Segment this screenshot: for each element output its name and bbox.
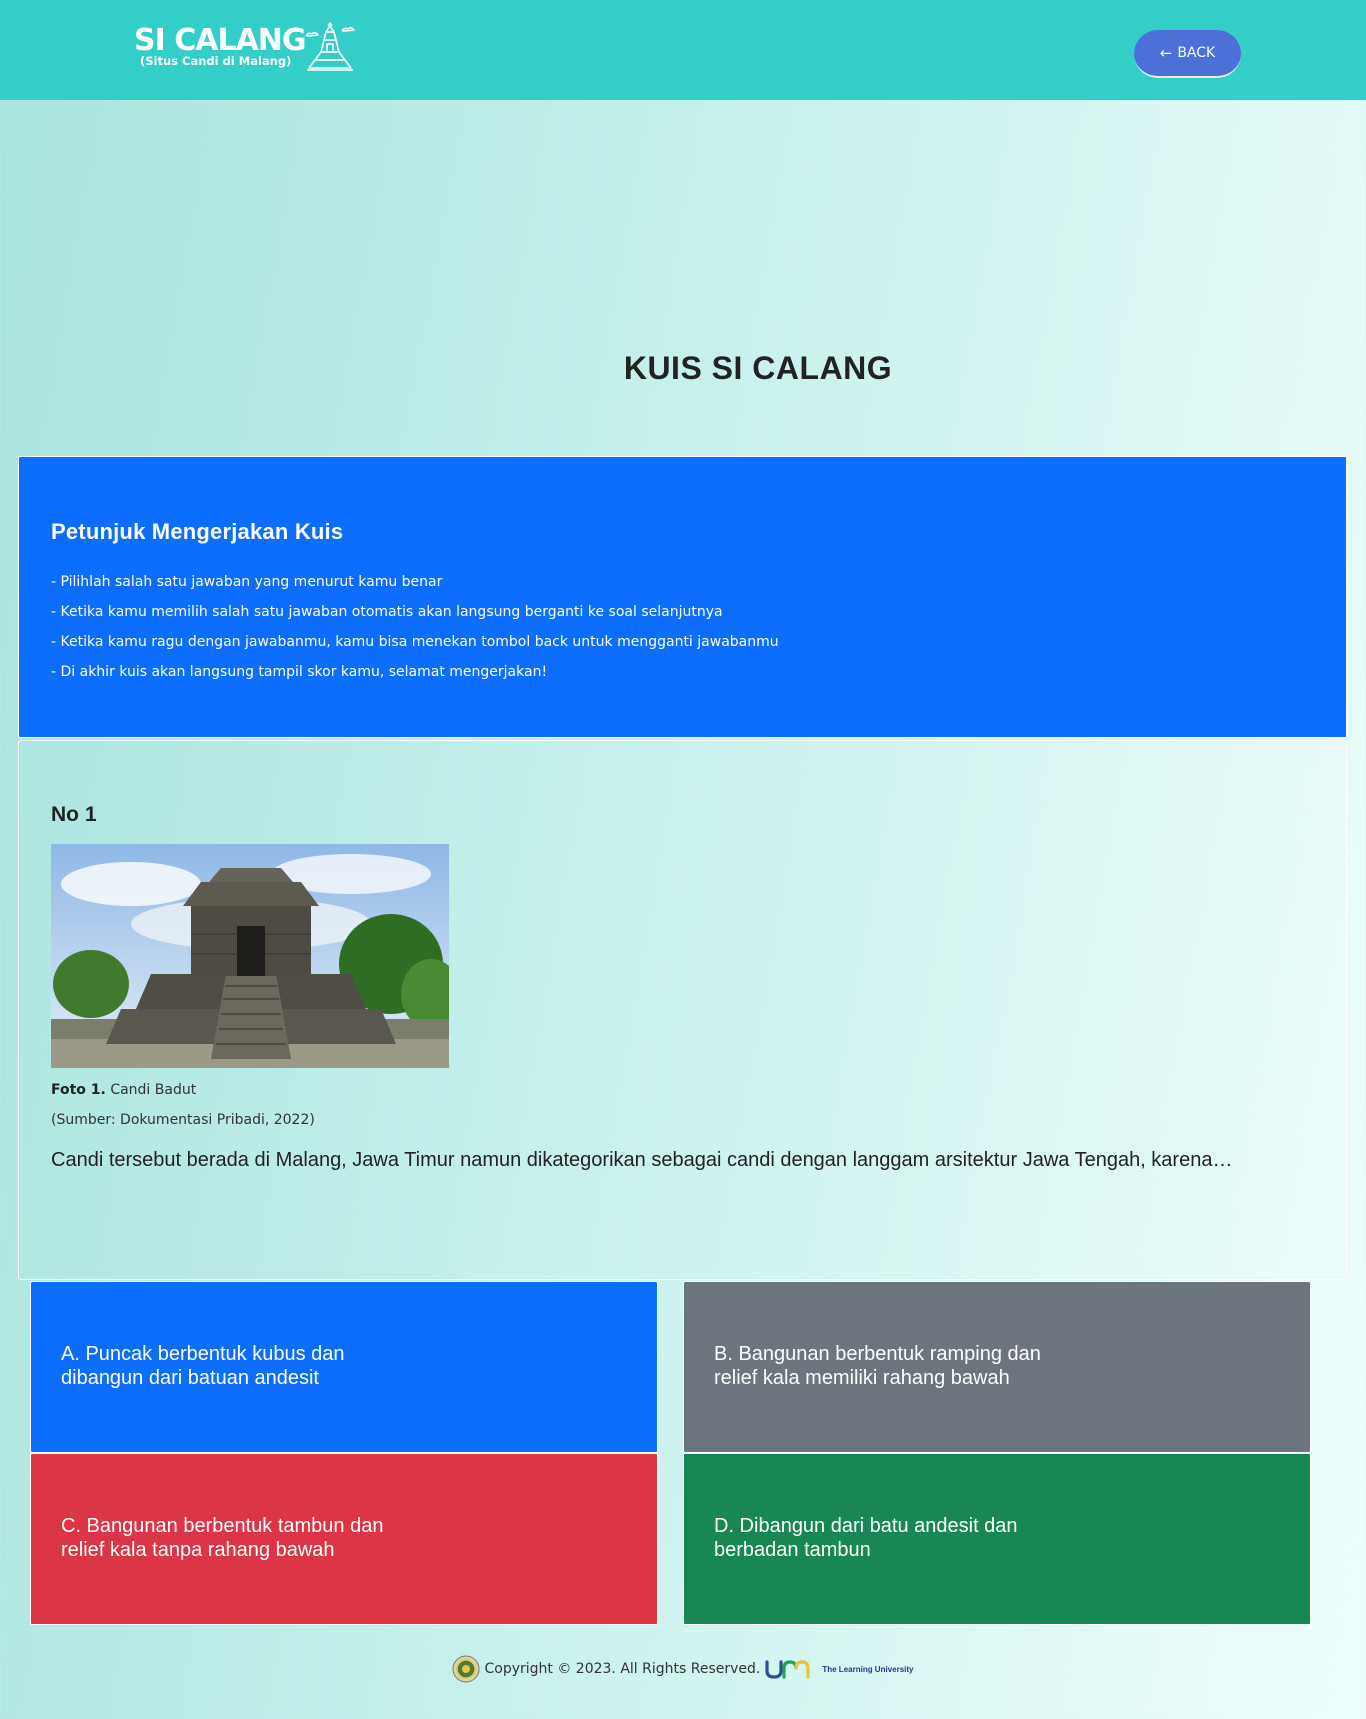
- answer-option-d[interactable]: D. Dibangun dari batu andesit dan berbad…: [683, 1453, 1311, 1625]
- arrow-left-icon: ←: [1159, 43, 1173, 62]
- temple-photo: [51, 844, 449, 1068]
- caption-source: (Sumber: Dokumentasi Pribadi, 2022): [51, 1112, 315, 1128]
- answer-line: B. Bangunan berbentuk ramping dan: [714, 1343, 1041, 1365]
- answer-text: A. Puncak berbentuk kubus dan dibangun d…: [61, 1342, 401, 1390]
- answer-text: B. Bangunan berbentuk ramping dan relief…: [714, 1342, 1054, 1390]
- logo-title: SI CALANG: [134, 23, 307, 58]
- instructions-title: Petunjuk Mengerjakan Kuis: [51, 519, 344, 544]
- si-calang-logo[interactable]: SI CALANG (Situs Candi di Malang): [134, 22, 364, 74]
- answer-line: C. Bangunan berbentuk tambun dan: [61, 1515, 384, 1537]
- temple-icon: [305, 22, 355, 71]
- top-navbar: SI CALANG (Situs Candi di Malang) ← BACK: [0, 0, 1366, 100]
- caption-label: Foto 1.: [51, 1082, 106, 1098]
- answer-line: A. Puncak berbentuk kubus dan: [61, 1343, 345, 1365]
- answer-line: relief kala tanpa rahang bawah: [61, 1539, 335, 1561]
- university-tagline: The Learning University: [822, 1664, 914, 1674]
- instruction-item: - Di akhir kuis akan langsung tampil sko…: [51, 664, 548, 680]
- answer-line: dibangun dari batuan andesit: [61, 1367, 319, 1389]
- answer-line: D. Dibangun dari batu andesit dan: [714, 1515, 1018, 1537]
- caption-title: Candi Badut: [110, 1082, 197, 1098]
- university-seal-icon: [452, 1655, 480, 1683]
- logo-subtitle: (Situs Candi di Malang): [140, 54, 292, 68]
- answer-line: relief kala memiliki rahang bawah: [714, 1367, 1010, 1389]
- page-title: KUIS SI CALANG: [623, 350, 893, 386]
- instruction-item: - Pilihlah salah satu jawaban yang menur…: [51, 574, 443, 590]
- answer-option-a[interactable]: A. Puncak berbentuk kubus dan dibangun d…: [30, 1281, 658, 1453]
- copyright-text: Copyright © 2023. All Rights Reserved.: [484, 1661, 761, 1677]
- question-card: No 1 Foto 1. Candi Badut (Sumber: Dokume…: [18, 740, 1347, 1280]
- answer-option-b[interactable]: B. Bangunan berbentuk ramping dan relief…: [683, 1281, 1311, 1453]
- photo-caption: Foto 1. Candi Badut (Sumber: Dokumentasi…: [51, 1075, 315, 1135]
- um-logo-icon: [765, 1660, 810, 1679]
- instruction-item: - Ketika kamu memilih salah satu jawaban…: [51, 604, 723, 620]
- instructions-list: - Pilihlah salah satu jawaban yang menur…: [51, 567, 779, 687]
- back-button-label: BACK: [1177, 45, 1216, 61]
- footer: Copyright © 2023. All Rights Reserved. T…: [0, 1654, 1366, 1684]
- answer-line: berbadan tambun: [714, 1539, 871, 1561]
- question-text: Candi tersebut berada di Malang, Jawa Ti…: [51, 1149, 1233, 1171]
- question-number: No 1: [51, 803, 97, 826]
- instruction-item: - Ketika kamu ragu dengan jawabanmu, kam…: [51, 634, 779, 650]
- answer-text: C. Bangunan berbentuk tambun dan relief …: [61, 1514, 401, 1562]
- answer-text: D. Dibangun dari batu andesit dan berbad…: [714, 1514, 1054, 1562]
- instructions-panel: Petunjuk Mengerjakan Kuis - Pilihlah sal…: [18, 456, 1347, 738]
- answer-option-c[interactable]: C. Bangunan berbentuk tambun dan relief …: [30, 1453, 658, 1625]
- back-button[interactable]: ← BACK: [1134, 30, 1241, 78]
